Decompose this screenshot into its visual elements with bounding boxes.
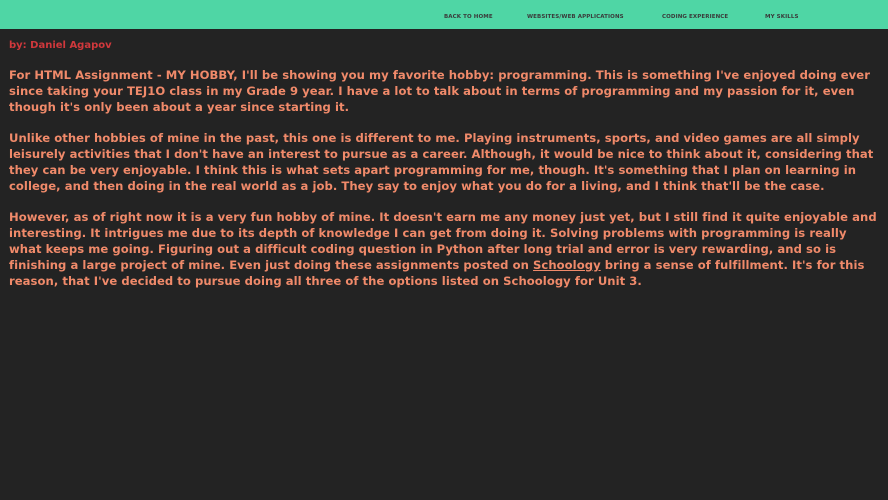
author-byline: by: Daniel Agapov — [9, 40, 112, 51]
nav-link-back-to-home[interactable]: BACK TO HOME — [444, 14, 493, 20]
nav-link-coding-experience[interactable]: CODING EXPERIENCE — [662, 14, 728, 20]
nav-link-websites[interactable]: WEBSITES/WEB APPLICATIONS — [527, 14, 624, 20]
paragraph-intro: For HTML Assignment - MY HOBBY, I'll be … — [9, 68, 870, 114]
paragraph-enjoyment: However, as of right now it is a very fu… — [9, 209, 881, 289]
schoology-link[interactable]: Schoology — [533, 258, 601, 272]
nav-link-my-skills[interactable]: MY SKILLS — [765, 14, 799, 20]
main-content: For HTML Assignment - MY HOBBY, I'll be … — [9, 67, 881, 304]
top-navbar: BACK TO HOME WEBSITES/WEB APPLICATIONS C… — [0, 0, 888, 29]
paragraph-career: Unlike other hobbies of mine in the past… — [9, 131, 874, 193]
